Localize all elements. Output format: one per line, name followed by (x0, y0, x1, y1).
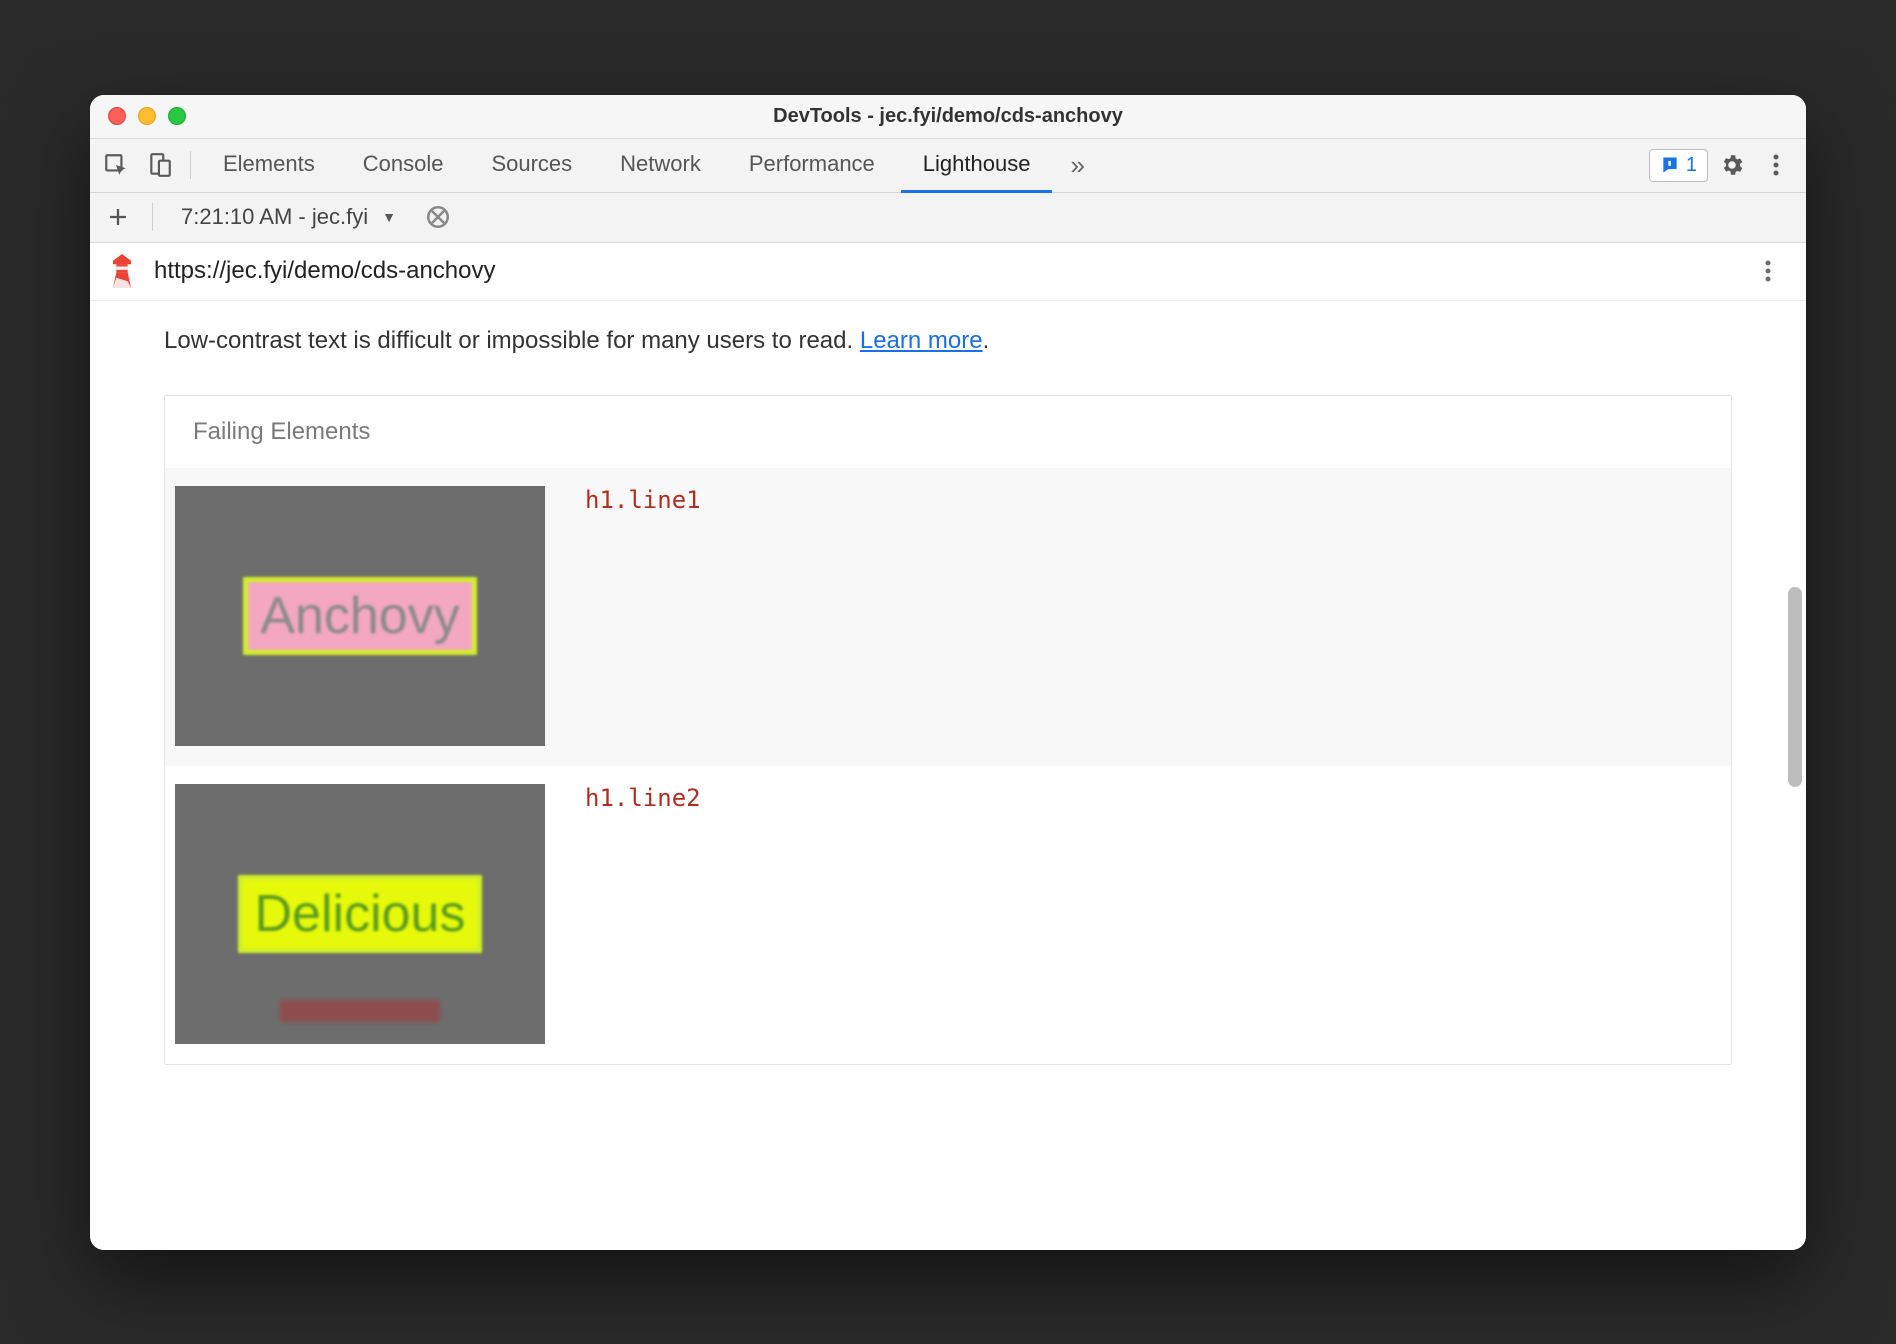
report-dropdown[interactable]: 7:21:10 AM - jec.fyi ▼ (169, 204, 408, 230)
element-selector: h1.line1 (585, 486, 701, 514)
inspect-element-icon[interactable] (96, 145, 136, 185)
devtools-tabstrip: Elements Console Sources Network Perform… (90, 139, 1806, 193)
zoom-window-button[interactable] (168, 107, 186, 125)
tab-console[interactable]: Console (341, 139, 466, 193)
report-menu-icon[interactable] (1748, 251, 1788, 291)
more-options-icon[interactable] (1756, 145, 1796, 185)
failing-element-row[interactable]: Delicious h1.line2 (165, 766, 1731, 1064)
tab-performance[interactable]: Performance (727, 139, 897, 193)
scrollbar-thumb[interactable] (1788, 587, 1802, 787)
chevron-down-icon: ▼ (382, 209, 396, 225)
divider (152, 203, 153, 231)
window-controls (108, 107, 186, 125)
thumb-text: Delicious (238, 875, 483, 953)
more-tabs-icon[interactable]: » (1056, 150, 1098, 181)
titlebar: DevTools - jec.fyi/demo/cds-anchovy (90, 95, 1806, 139)
tab-network[interactable]: Network (598, 139, 723, 193)
lighthouse-logo-icon (108, 254, 136, 288)
report-header: https://jec.fyi/demo/cds-anchovy (90, 243, 1806, 301)
thumb-text: Anchovy (243, 577, 476, 655)
report-content: Low-contrast text is difficult or imposs… (90, 301, 1806, 1250)
tab-elements[interactable]: Elements (201, 139, 337, 193)
settings-icon[interactable] (1712, 145, 1752, 185)
tab-lighthouse[interactable]: Lighthouse (901, 139, 1053, 193)
clear-icon[interactable] (418, 197, 458, 237)
element-selector: h1.line2 (585, 784, 701, 812)
device-toolbar-icon[interactable] (140, 145, 180, 185)
minimize-window-button[interactable] (138, 107, 156, 125)
report-url: https://jec.fyi/demo/cds-anchovy (154, 257, 1730, 285)
element-screenshot: Delicious (175, 784, 545, 1044)
audit-description: Low-contrast text is difficult or imposs… (164, 327, 1732, 355)
window-title: DevTools - jec.fyi/demo/cds-anchovy (90, 105, 1806, 128)
close-window-button[interactable] (108, 107, 126, 125)
issues-button[interactable]: 1 (1649, 149, 1708, 182)
failing-element-row[interactable]: Anchovy h1.line1 (165, 468, 1731, 766)
divider (190, 151, 191, 179)
failing-elements-panel: Failing Elements Anchovy h1.line1 Delici… (164, 395, 1732, 1065)
issues-icon (1660, 155, 1680, 175)
devtools-window: DevTools - jec.fyi/demo/cds-anchovy Elem… (90, 95, 1806, 1250)
panel-header: Failing Elements (165, 396, 1731, 468)
learn-more-link[interactable]: Learn more (860, 327, 983, 354)
lighthouse-toolbar: 7:21:10 AM - jec.fyi ▼ (90, 193, 1806, 243)
new-report-button[interactable] (100, 199, 136, 235)
tab-sources[interactable]: Sources (469, 139, 594, 193)
report-label: 7:21:10 AM - jec.fyi (181, 204, 368, 230)
issues-count: 1 (1686, 154, 1697, 177)
element-screenshot: Anchovy (175, 486, 545, 746)
thumb-secondary (280, 1000, 440, 1022)
